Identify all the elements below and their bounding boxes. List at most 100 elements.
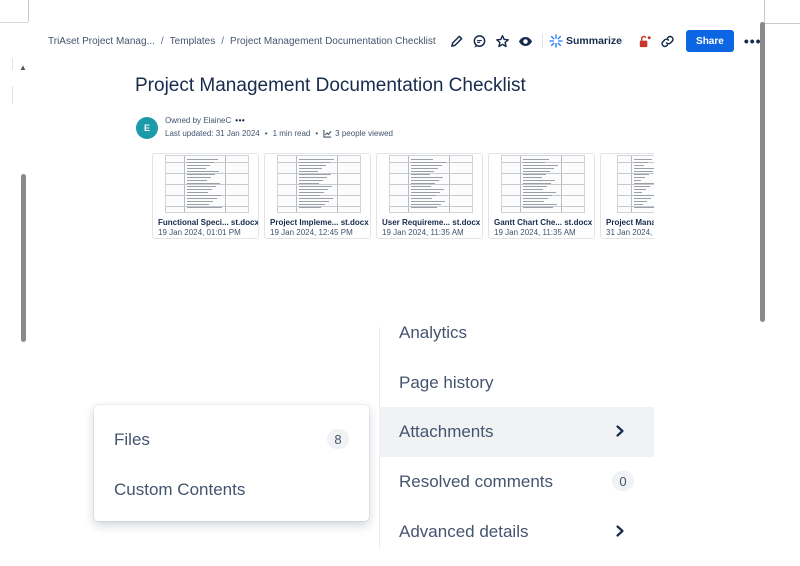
thumbnail-text-line bbox=[523, 174, 546, 175]
resolved-comments-count-badge: 0 bbox=[612, 471, 634, 491]
thumbnail-text-line bbox=[523, 192, 556, 193]
menu-item-label: Attachments bbox=[399, 422, 494, 441]
menu-item-analytics[interactable]: Analytics bbox=[379, 308, 654, 358]
restriction-icon[interactable] bbox=[634, 31, 654, 51]
thumbnail-text-line bbox=[187, 162, 214, 163]
attachment-date: 19 Jan 2024, 12:45 PM bbox=[270, 228, 353, 237]
attachment-date: 19 Jan 2024, 11:35 AM bbox=[382, 228, 464, 237]
thumbnail-text-line bbox=[523, 162, 545, 163]
comment-icon[interactable] bbox=[469, 31, 489, 51]
thumbnail-text-line bbox=[411, 195, 436, 196]
thumbnail-text-line bbox=[411, 177, 443, 178]
thumbnail-text-line bbox=[411, 165, 442, 166]
attachment-name: Project Manag bbox=[606, 218, 654, 227]
last-updated[interactable]: Last updated: 31 Jan 2024 bbox=[165, 129, 260, 138]
thumbnail-text-line bbox=[299, 195, 320, 196]
thumbnail-text-line bbox=[187, 177, 211, 178]
thumbnail-text-line bbox=[634, 171, 653, 172]
share-button[interactable]: Share bbox=[686, 30, 734, 52]
document-thumbnail bbox=[389, 155, 473, 213]
document-thumbnail bbox=[501, 155, 585, 213]
attachment-card[interactable]: Project Manag 31 Jan 2024, 0 bbox=[600, 153, 654, 239]
menu-item-resolved-comments[interactable]: Resolved comments 0 bbox=[379, 457, 654, 507]
meta-separator: • bbox=[264, 129, 268, 138]
menu-item-advanced-details[interactable]: Advanced details bbox=[379, 507, 654, 557]
thumbnail-text-line bbox=[187, 192, 208, 193]
avatar[interactable]: E bbox=[136, 117, 158, 139]
submenu-item-files[interactable]: Files 8 bbox=[94, 415, 369, 465]
thumbnail-text-line bbox=[634, 159, 652, 160]
owner-line: Owned by ElaineC ••• bbox=[165, 116, 245, 125]
thumbnail-text-line bbox=[299, 177, 327, 178]
thumbnail-text-line bbox=[299, 201, 329, 202]
views-count[interactable]: 3 people viewed bbox=[335, 129, 393, 138]
thumbnail-text-line bbox=[523, 180, 555, 181]
menu-item-attachments[interactable]: Attachments bbox=[379, 407, 654, 457]
attachment-date: 19 Jan 2024, 11:35 AM bbox=[494, 228, 576, 237]
attachment-card[interactable]: Project Impleme... st.docx 19 Jan 2024, … bbox=[264, 153, 371, 239]
window-border-top-left bbox=[0, 22, 28, 23]
attachment-card[interactable]: User Requireme... st.docx 19 Jan 2024, 1… bbox=[376, 153, 483, 239]
scrollbar-thumb[interactable] bbox=[21, 174, 26, 342]
thumbnail-text-line bbox=[299, 162, 330, 163]
window-border-right bbox=[764, 0, 765, 24]
edit-icon[interactable] bbox=[446, 31, 466, 51]
breadcrumb-space[interactable]: TriAset Project Manag... bbox=[48, 36, 155, 47]
owner-label[interactable]: Owned by ElaineC bbox=[165, 116, 231, 125]
thumbnail-text-line bbox=[523, 159, 549, 160]
breadcrumb-separator: / bbox=[221, 36, 225, 47]
window-border-left bbox=[28, 0, 29, 22]
menu-item-label: Resolved comments bbox=[399, 472, 554, 491]
thumbnail-text-line bbox=[523, 198, 548, 199]
attachment-card[interactable]: Functional Speci... st.docx 19 Jan 2024,… bbox=[152, 153, 259, 239]
thumbnail-text-line bbox=[634, 165, 644, 166]
attachments-strip: Functional Speci... st.docx 19 Jan 2024,… bbox=[152, 153, 654, 241]
page-meta: Last updated: 31 Jan 2024 • 1 min read •… bbox=[165, 129, 393, 138]
thumbnail-grid-line bbox=[166, 184, 248, 185]
watch-icon[interactable] bbox=[515, 31, 535, 51]
thumbnail-text-line bbox=[634, 195, 654, 196]
thumbnail-text-line bbox=[187, 186, 216, 187]
thumbnail-text-line bbox=[299, 183, 319, 184]
attachment-card[interactable]: Gantt Chart Che... st.docx 19 Jan 2024, … bbox=[488, 153, 595, 239]
breadcrumb-templates[interactable]: Templates bbox=[170, 36, 216, 47]
thumbnail-text-line bbox=[523, 177, 542, 178]
scroll-up-arrow-icon[interactable]: ▲ bbox=[19, 64, 27, 72]
thumbnail-text-line bbox=[299, 159, 334, 160]
breadcrumb-current-page[interactable]: Project Management Documentation Checkli… bbox=[230, 36, 436, 47]
right-scrollbar[interactable] bbox=[760, 22, 766, 324]
menu-item-page-history[interactable]: Page history bbox=[379, 358, 654, 408]
thumbnail-text-line bbox=[411, 207, 437, 208]
thumbnail-text-line bbox=[411, 192, 440, 193]
meta-separator: • bbox=[315, 129, 319, 138]
breadcrumb-separator: / bbox=[160, 36, 164, 47]
owner-more-icon[interactable]: ••• bbox=[235, 116, 245, 125]
thumbnail-text-line bbox=[634, 177, 645, 178]
thumbnail-text-line bbox=[634, 186, 650, 187]
thumbnail-text-line bbox=[523, 207, 553, 208]
submenu-item-custom-contents[interactable]: Custom Contents bbox=[94, 465, 369, 515]
files-count-badge: 8 bbox=[327, 429, 349, 449]
thumbnail-text-line bbox=[187, 195, 221, 196]
thumbnail-text-line bbox=[187, 174, 215, 175]
more-actions-button[interactable]: ••• bbox=[744, 34, 762, 48]
thumbnail-text-line bbox=[411, 201, 445, 202]
attachment-date: 31 Jan 2024, 0 bbox=[606, 228, 654, 237]
thumbnail-grid-line bbox=[502, 184, 584, 185]
thumbnail-text-line bbox=[187, 159, 218, 160]
document-thumbnail bbox=[617, 155, 654, 213]
link-icon[interactable] bbox=[657, 31, 677, 51]
thumbnail-grid-line bbox=[390, 173, 472, 174]
summarize-button[interactable]: Summarize bbox=[549, 34, 622, 48]
thumbnail-text-line bbox=[634, 201, 647, 202]
left-scrollbar[interactable]: ▲ bbox=[0, 24, 30, 342]
thumbnail-text-line bbox=[187, 165, 210, 166]
attachments-submenu: Files 8 Custom Contents bbox=[94, 405, 369, 521]
thumbnail-text-line bbox=[634, 198, 651, 199]
breadcrumb: TriAset Project Manag... / Templates / P… bbox=[48, 36, 436, 47]
scrollbar-thumb[interactable] bbox=[760, 22, 765, 322]
star-icon[interactable] bbox=[492, 31, 512, 51]
document-thumbnail bbox=[277, 155, 361, 213]
thumbnail-text-line bbox=[634, 189, 646, 190]
thumbnail-text-line bbox=[523, 201, 544, 202]
